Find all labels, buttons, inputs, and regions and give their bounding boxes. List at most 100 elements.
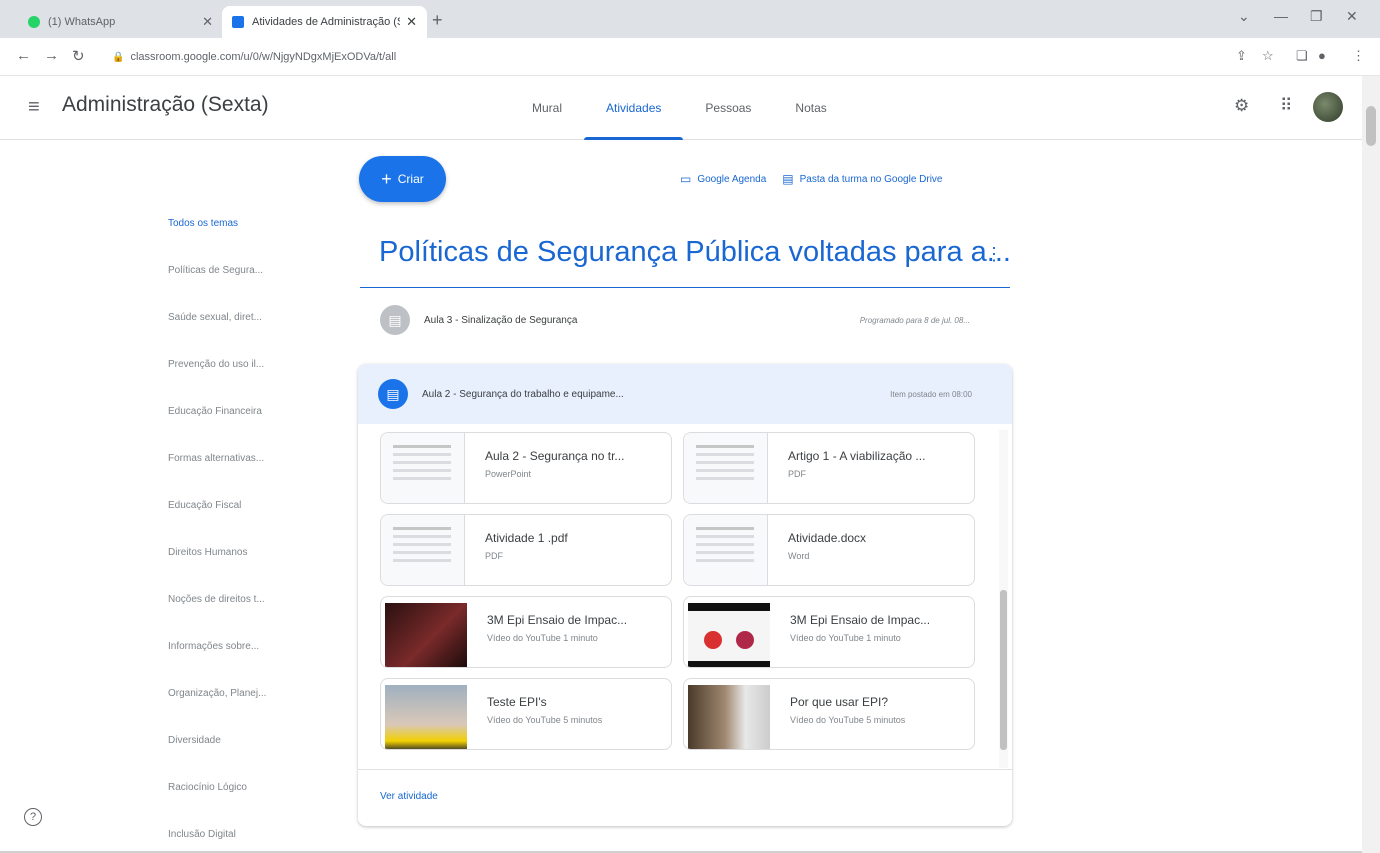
tab-label: (1) WhatsApp [48,16,116,28]
google-calendar-link[interactable]: Google Agenda [697,174,766,185]
card-divider [358,769,1012,770]
material-title: Atividade 1 .pdf [485,531,568,545]
material-title: Artigo 1 - A viabilização ... [788,449,926,463]
material-title: Por que usar EPI? [790,695,889,709]
material-card[interactable]: Teste EPI's Vídeo do YouTube 5 minutos [380,678,672,750]
restore-icon[interactable]: ❐ [1310,8,1323,25]
assignment-title: Aula 3 - Sinalização de Segurança [424,314,578,326]
new-tab-icon[interactable]: + [432,10,443,31]
tab-atividades[interactable]: Atividades [584,76,684,140]
pdf-thumbnail [381,515,465,585]
assignment-row[interactable]: ▤ Aula 2 - Segurança do trabalho e equip… [358,364,1012,424]
window-close-icon[interactable]: ✕ [1346,8,1358,25]
apps-grid-icon[interactable]: ⠿ [1280,96,1292,116]
topic-item[interactable]: Noções de direitos t... [168,594,338,641]
topic-list: Todos os temas Políticas de Segura... Sa… [168,218,338,853]
page-scrollbar[interactable] [1362,76,1380,853]
classroom-icon [232,16,244,28]
share-icon[interactable]: ⇪ [1236,48,1247,64]
material-title: Atividade.docx [788,531,867,545]
url-field[interactable]: 🔒 classroom.google.com/u/0/w/NjgyNDgxMjE… [102,44,1232,70]
video-thumbnail [385,685,467,749]
back-icon[interactable]: ← [16,47,31,64]
settings-icon[interactable]: ⚙ [1234,96,1249,116]
extensions-icon[interactable]: ❏ [1296,48,1308,64]
material-title: Teste EPI's [487,695,547,709]
create-label: Criar [397,172,424,186]
drive-folder-link[interactable]: Pasta da turma no Google Drive [800,174,943,185]
reload-icon[interactable]: ↻ [72,47,85,65]
tab-mural[interactable]: Mural [510,76,584,140]
avatar[interactable] [1313,92,1343,122]
profile-icon[interactable]: ● [1318,48,1326,63]
browser-menu-icon[interactable]: ⋮ [1352,48,1365,64]
expanded-assignment-card: ▤ Aula 2 - Segurança do trabalho e equip… [358,364,1012,826]
topic-item[interactable]: Saúde sexual, diret... [168,312,338,359]
help-icon[interactable]: ? [24,808,42,826]
material-title: 3M Epi Ensaio de Impac... [790,613,931,627]
material-type: PDF [788,469,806,479]
drive-folder-icon: ▤ [782,172,794,186]
topic-item[interactable]: Diversidade [168,735,338,782]
forward-icon[interactable]: → [44,47,59,64]
scrollbar-thumb[interactable] [1000,590,1007,750]
material-card[interactable]: Atividade 1 .pdf PDF [380,514,672,586]
topic-divider [360,287,1010,288]
assignment-row[interactable]: ▤ Aula 3 - Sinalização de Segurança Prog… [360,296,1010,344]
topic-all[interactable]: Todos os temas [168,218,338,265]
url-text: classroom.google.com/u/0/w/NjgyNDgxMjExO… [130,51,397,63]
assignment-title: Aula 2 - Segurança do trabalho e equipam… [422,388,624,400]
topic-item[interactable]: Inclusão Digital [168,829,338,853]
material-card[interactable]: Por que usar EPI? Vídeo do YouTube 5 min… [683,678,975,750]
topic-item[interactable]: Prevenção do uso il... [168,359,338,406]
material-card[interactable]: Artigo 1 - A viabilização ... PDF [683,432,975,504]
classroom-header: ≡ Administração (Sexta) Mural Atividades… [0,76,1362,140]
class-name[interactable]: Administração (Sexta) [62,93,269,117]
tab-label: Atividades de Administração (Se... [252,16,400,28]
topic-item[interactable]: Educação Financeira [168,406,338,453]
material-type: Word [788,551,810,561]
topic-item[interactable]: Educação Fiscal [168,500,338,547]
material-card[interactable]: Atividade.docx Word [683,514,975,586]
bookmark-star-icon[interactable]: ☆ [1262,48,1274,64]
close-icon[interactable]: ✕ [202,14,213,30]
material-type: Vídeo do YouTube 5 minutos [790,715,906,725]
browser-tab-bar: (1) WhatsApp ✕ Atividades de Administraç… [0,0,1380,38]
topic-item[interactable]: Políticas de Segura... [168,265,338,312]
topic-item[interactable]: Direitos Humanos [168,547,338,594]
video-thumbnail [385,603,467,667]
material-type: PDF [485,551,503,561]
browser-tab-classroom[interactable]: Atividades de Administração (Se... ✕ [222,6,427,38]
materials-area: Aula 2 - Segurança no tr... PowerPoint A… [358,424,1012,769]
top-links: ▭ Google Agenda ▤ Pasta da turma no Goog… [680,172,943,186]
scrollbar-thumb[interactable] [1366,106,1376,146]
topic-item[interactable]: Raciocínio Lógico [168,782,338,829]
video-thumbnail [688,603,770,667]
minimize-icon[interactable]: — [1274,8,1288,24]
materials-scrollbar[interactable] [999,430,1008,768]
address-bar-row: ← → ↻ 🔒 classroom.google.com/u/0/w/NjgyN… [0,38,1380,76]
topic-item[interactable]: Informações sobre... [168,641,338,688]
material-title: 3M Epi Ensaio de Impac... [487,613,628,627]
topic-item[interactable]: Formas alternativas... [168,453,338,500]
view-assignment-link[interactable]: Ver atividade [380,791,438,802]
assignment-date: Programado para 8 de jul. 08... [859,315,970,325]
plus-icon: + [381,168,392,189]
material-type: Vídeo do YouTube 1 minuto [487,633,598,643]
close-icon[interactable]: ✕ [406,14,417,30]
slides-thumbnail [381,433,465,503]
topic-title: Políticas de Segurança Pública voltadas … [379,236,1011,268]
material-title: Aula 2 - Segurança no tr... [485,449,625,463]
material-card[interactable]: 3M Epi Ensaio de Impac... Vídeo do YouTu… [683,596,975,668]
word-thumbnail [684,515,768,585]
tab-pessoas[interactable]: Pessoas [683,76,773,140]
more-vert-icon[interactable]: ⋮ [985,244,1003,265]
create-button[interactable]: + Criar [359,156,446,202]
material-card[interactable]: 3M Epi Ensaio de Impac... Vídeo do YouTu… [380,596,672,668]
browser-tab-whatsapp[interactable]: (1) WhatsApp ✕ [18,6,223,38]
tab-notas[interactable]: Notas [773,76,848,140]
topic-item[interactable]: Organização, Planej... [168,688,338,735]
tab-search-icon[interactable]: ⌄ [1238,8,1250,25]
material-card[interactable]: Aula 2 - Segurança no tr... PowerPoint [380,432,672,504]
menu-icon[interactable]: ≡ [28,96,40,119]
